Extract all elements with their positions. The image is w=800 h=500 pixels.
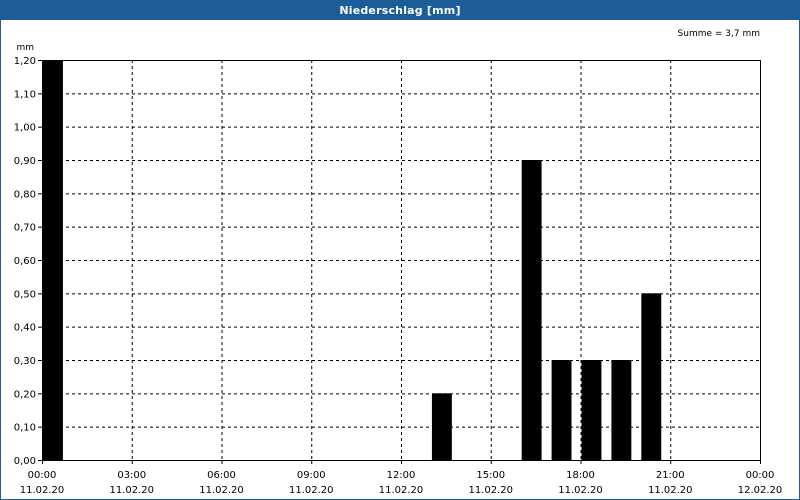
y-tick-label: 0,20 xyxy=(14,389,36,400)
y-tick-label: 1,00 xyxy=(14,123,36,134)
x-tick-date-label: 11.02.20 xyxy=(109,485,154,496)
x-tick-date-label: 11.02.20 xyxy=(20,485,65,496)
x-tick-time-label: 21:00 xyxy=(656,470,685,481)
y-tick-label: 1,20 xyxy=(14,56,36,67)
y-unit-label: mm xyxy=(16,43,34,53)
y-tick-label: 0,60 xyxy=(14,256,36,267)
x-tick-time-label: 18:00 xyxy=(566,470,595,481)
x-tick-time-label: 06:00 xyxy=(207,470,236,481)
bar xyxy=(581,360,602,460)
bar xyxy=(431,393,452,460)
precipitation-chart: 0,00 0,10 0,20 0,30 0,40 0,50 0,60 0,70 0,80 0,90… xyxy=(14,29,783,496)
x-tick-date-label: 11.02.20 xyxy=(199,485,244,496)
x-tick-date-label: 11.02.20 xyxy=(379,485,424,496)
y-tick-label: 0,40 xyxy=(14,323,36,334)
bar xyxy=(611,360,632,460)
sum-annotation: Summe = 3,7 mm xyxy=(678,29,760,39)
y-tick-label: 0,30 xyxy=(14,356,36,367)
bar xyxy=(521,160,542,460)
x-tick-date-label: 11.02.20 xyxy=(558,485,603,496)
y-tick-label: 0,70 xyxy=(14,223,36,234)
x-tick-date-label: 11.02.20 xyxy=(648,485,693,496)
y-tick-label: 0,00 xyxy=(14,456,36,467)
x-tick-date-label: 12.02.20 xyxy=(738,485,783,496)
y-tick-label: 0,90 xyxy=(14,156,36,167)
y-tick-label: 0,50 xyxy=(14,289,36,300)
x-tick-date-label: 11.02.20 xyxy=(468,485,513,496)
bar xyxy=(551,360,572,460)
bar xyxy=(43,60,63,460)
y-tick-label: 0,80 xyxy=(14,189,36,200)
x-tick-time-label: 09:00 xyxy=(297,470,326,481)
x-tick-date-label: 11.02.20 xyxy=(289,485,334,496)
y-tick-label: 0,10 xyxy=(14,423,36,434)
x-tick-time-label: 00:00 xyxy=(746,470,775,481)
x-tick-time-label: 03:00 xyxy=(117,470,146,481)
y-tick-label: 1,10 xyxy=(14,89,36,100)
x-tick-time-label: 00:00 xyxy=(28,470,57,481)
x-tick-time-label: 12:00 xyxy=(387,470,416,481)
x-tick-time-label: 15:00 xyxy=(476,470,505,481)
bar xyxy=(641,293,662,460)
